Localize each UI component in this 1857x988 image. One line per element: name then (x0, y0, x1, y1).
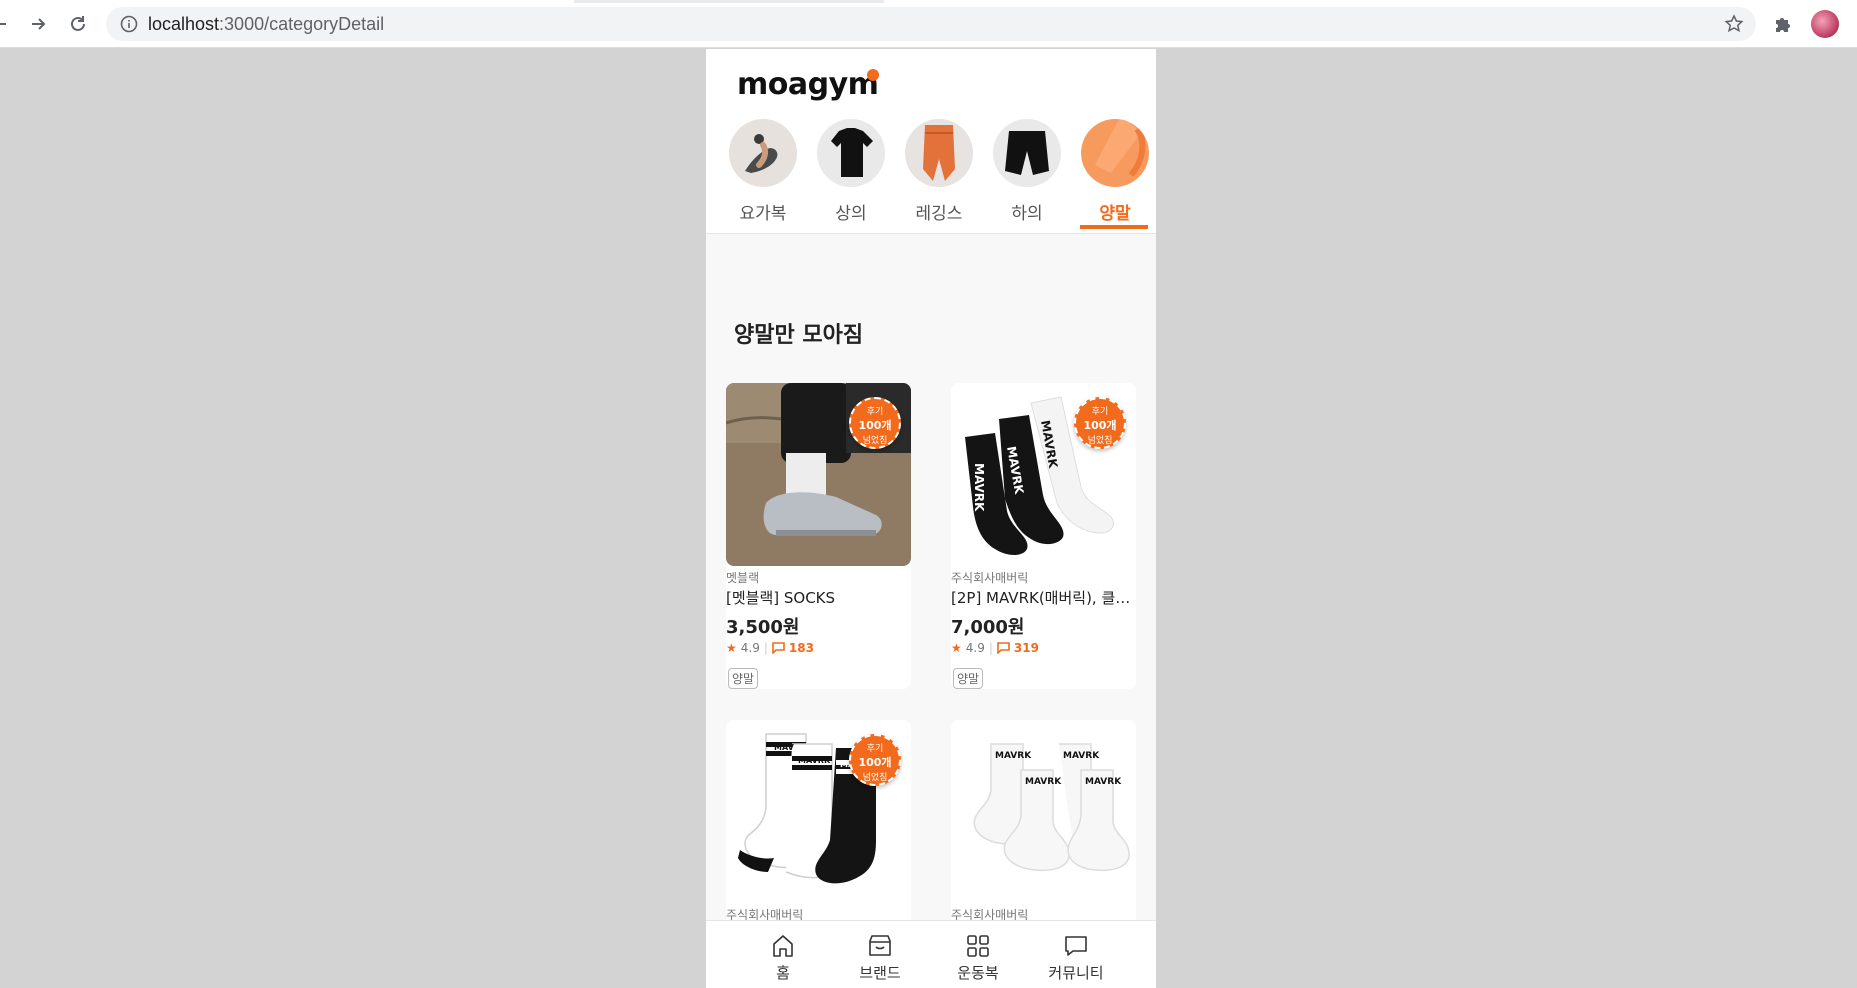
forward-button[interactable] (24, 10, 52, 38)
divider: | (988, 641, 993, 655)
chat-icon (1065, 936, 1087, 956)
logo-dot (867, 69, 879, 81)
product-image[interactable]: 후기 100개 넘었짐 (726, 383, 911, 566)
bottom-nav-community[interactable]: 커뮤니티 (1041, 933, 1111, 983)
site-info-icon[interactable] (120, 15, 138, 33)
category-item-socks[interactable]: 양말 (1080, 119, 1150, 234)
bottom-nav-brand[interactable]: 브랜드 (845, 933, 915, 983)
product-price: 7,000원 (951, 617, 1025, 638)
bottom-nav-label: 커뮤니티 (1048, 964, 1104, 982)
review-badge: 후기 100개 넘었짐 (1074, 397, 1126, 449)
svg-text:MAVRK: MAVRK (972, 463, 986, 512)
category-nav: 요가복 상의 레깅스 하의 양말 (706, 119, 1156, 234)
tab-strip-highlight (574, 0, 884, 3)
bottom-nav-label: 브랜드 (859, 964, 901, 982)
bottom-nav-sportswear[interactable]: 운동복 (943, 933, 1013, 983)
product-price: 3,500원 (726, 617, 800, 638)
category-image-bottom (993, 119, 1061, 187)
bookmark-star-icon[interactable] (1724, 14, 1744, 34)
star-icon: ★ (726, 641, 737, 655)
reload-button[interactable] (64, 10, 92, 38)
category-item-leggings[interactable]: 레깅스 (904, 119, 974, 234)
logo[interactable]: moagym (737, 67, 879, 102)
product-card[interactable]: MAV MAVRK MAVRK 후기 100개 넘었짐 주식회사매버릭 (726, 720, 911, 950)
bottom-nav-home[interactable]: 홈 (748, 933, 818, 983)
category-item-bottom[interactable]: 하의 (992, 119, 1062, 234)
divider: | (763, 641, 768, 655)
category-item-top[interactable]: 상의 (816, 119, 886, 234)
star-icon: ★ (951, 641, 962, 655)
product-card[interactable]: MAVRK MAVRK MAVRK 후기 100개 넘었짐 주식회사매버릭 [2… (951, 383, 1136, 689)
category-image-socks (1081, 119, 1149, 187)
rating-value: 4.9 (965, 641, 985, 655)
review-count: 319 (1013, 641, 1039, 655)
reload-icon (71, 16, 85, 31)
bottom-nav-label: 운동복 (957, 964, 999, 982)
category-label: 레깅스 (915, 204, 963, 224)
section-title: 양말만 모아짐 (734, 323, 864, 348)
product-name[interactable]: [2P] MAVRK(매버릭), 클래식 스포츠 삭스 (951, 587, 1136, 608)
active-category-underline (1080, 225, 1148, 229)
back-button[interactable] (0, 10, 14, 38)
category-image-top (817, 119, 885, 187)
category-label: 상의 (835, 204, 867, 224)
category-image-leggings (905, 119, 973, 187)
browser-toolbar: localhost:3000/categoryDetail (0, 0, 1857, 48)
address-bar[interactable]: localhost:3000/categoryDetail (106, 7, 1756, 41)
product-image[interactable]: MAV MAVRK MAVRK 후기 100개 넘었짐 (726, 720, 911, 903)
home-icon (773, 935, 793, 957)
product-image[interactable]: MAVRK MAVRK MAVRK MAVRK (951, 720, 1136, 903)
product-name[interactable]: [멧블랙] SOCKS (726, 587, 911, 608)
svg-text:MAVRK: MAVRK (798, 756, 831, 765)
svg-text:MAVRK: MAVRK (1085, 777, 1122, 787)
bottom-nav-label: 홈 (776, 964, 790, 982)
product-tag: 양말 (953, 668, 984, 689)
back-arrow-icon (0, 23, 6, 25)
svg-text:MAVRK: MAVRK (995, 751, 1032, 761)
rating-row: ★ 4.9 | 319 (951, 641, 1039, 655)
category-label: 양말 (1099, 204, 1131, 224)
comment-icon (772, 642, 785, 654)
category-label: 요가복 (739, 204, 787, 224)
store-icon (869, 935, 891, 956)
app-frame: moagym 요가복 상의 레깅스 하의 양말 양말만 모아짐 후기 100개 … (706, 49, 1156, 988)
comment-icon (997, 642, 1010, 654)
svg-text:MAVRK: MAVRK (1063, 751, 1100, 761)
product-card[interactable]: 후기 100개 넘었짐 멧블랙 [멧블랙] SOCKS 3,500원 ★ 4.9… (726, 383, 911, 689)
review-badge: 후기 100개 넘었짐 (849, 734, 901, 786)
product-brand: 주식회사매버릭 (951, 571, 1029, 585)
forward-arrow-icon (32, 18, 46, 30)
app-header: moagym (706, 49, 1156, 119)
product-card[interactable]: MAVRK MAVRK MAVRK MAVRK 주식회사매버릭 (951, 720, 1136, 950)
rating-row: ★ 4.9 | 183 (726, 641, 814, 655)
url-text: localhost:3000/categoryDetail (148, 14, 385, 34)
category-label: 하의 (1011, 204, 1043, 224)
review-count: 183 (788, 641, 814, 655)
category-image-yoga (729, 119, 797, 187)
svg-text:MAVRK: MAVRK (1025, 777, 1062, 787)
rating-value: 4.9 (740, 641, 760, 655)
bottom-nav: 홈 브랜드 운동복 커뮤니티 (706, 920, 1156, 988)
product-tag: 양말 (728, 668, 759, 689)
product-image[interactable]: MAVRK MAVRK MAVRK 후기 100개 넘었짐 (951, 383, 1136, 566)
review-badge: 후기 100개 넘었짐 (849, 397, 901, 449)
product-brand: 멧블랙 (726, 571, 760, 585)
grid-icon (967, 935, 989, 957)
svg-text:MAV: MAV (774, 743, 795, 752)
category-item-yoga[interactable]: 요가복 (728, 119, 798, 234)
profile-avatar[interactable] (1811, 10, 1839, 38)
extensions-puzzle-icon[interactable] (1772, 13, 1794, 35)
